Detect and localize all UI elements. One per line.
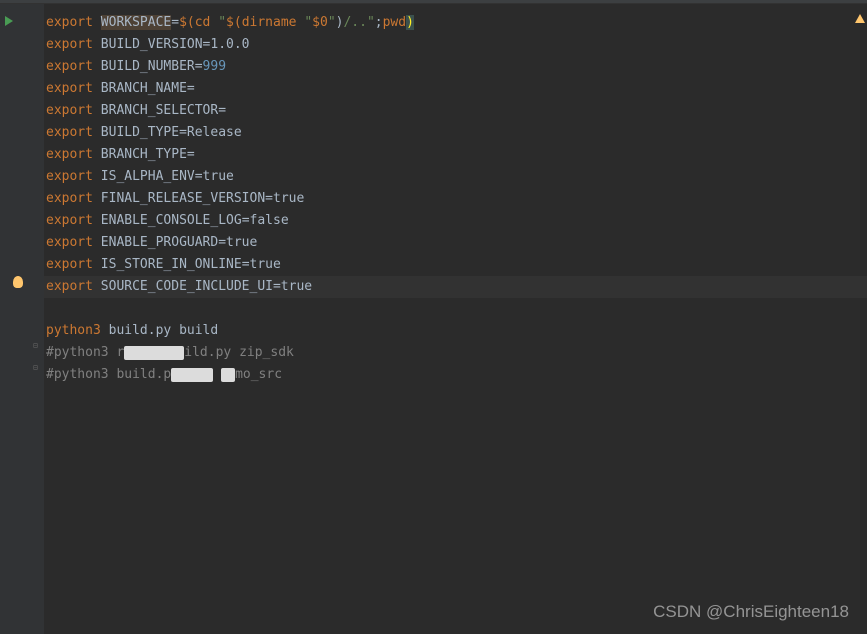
run-gutter-icon[interactable] <box>5 16 13 26</box>
keyword-export: export <box>46 147 93 162</box>
redaction-block <box>171 368 213 382</box>
keyword-export: export <box>46 257 93 272</box>
empty-line[interactable] <box>44 298 867 320</box>
code-line[interactable]: export BUILD_NUMBER=999 <box>44 56 867 78</box>
warning-indicator-icon[interactable] <box>855 14 865 23</box>
intention-bulb-icon[interactable] <box>13 276 23 288</box>
code-line[interactable]: export BUILD_TYPE=Release <box>44 122 867 144</box>
editor-container: ⊟ ⊟ export WORKSPACE=$(cd "$(dirname "$0… <box>0 4 867 634</box>
keyword-export: export <box>46 103 93 118</box>
code-line[interactable]: export BRANCH_NAME= <box>44 78 867 100</box>
code-line[interactable]: export BUILD_VERSION=1.0.0 <box>44 34 867 56</box>
keyword-export: export <box>46 125 93 140</box>
redaction-block <box>124 346 184 360</box>
keyword-export: export <box>46 37 93 52</box>
fold-icon[interactable]: ⊟ <box>33 364 41 372</box>
keyword-export: export <box>46 191 93 206</box>
keyword-export: export <box>46 169 93 184</box>
keyword-export: export <box>46 81 93 96</box>
keyword-export: export <box>46 235 93 250</box>
keyword-export: export <box>46 15 93 30</box>
redaction-block <box>221 368 235 382</box>
code-line[interactable]: export FINAL_RELEASE_VERSION=true <box>44 188 867 210</box>
code-line[interactable]: export BRANCH_TYPE= <box>44 144 867 166</box>
code-line-comment[interactable]: #python3 rild.py zip_sdk <box>44 342 867 364</box>
fold-icon[interactable]: ⊟ <box>33 342 41 350</box>
code-line[interactable]: export IS_STORE_IN_ONLINE=true <box>44 254 867 276</box>
keyword-export: export <box>46 59 93 74</box>
code-line[interactable]: export WORKSPACE=$(cd "$(dirname "$0")/.… <box>44 12 867 34</box>
code-line[interactable]: export ENABLE_PROGUARD=true <box>44 232 867 254</box>
variable-name: WORKSPACE <box>101 15 171 30</box>
code-line[interactable]: python3 build.py build <box>44 320 867 342</box>
keyword-export: export <box>46 213 93 228</box>
code-area[interactable]: export WORKSPACE=$(cd "$(dirname "$0")/.… <box>44 4 867 634</box>
code-line-comment[interactable]: #python3 build.p mo_src <box>44 364 867 386</box>
code-line[interactable]: export ENABLE_CONSOLE_LOG=false <box>44 210 867 232</box>
code-line-caret[interactable]: export SOURCE_CODE_INCLUDE_UI=true <box>44 276 867 298</box>
gutter[interactable]: ⊟ ⊟ <box>0 4 44 634</box>
keyword-export: export <box>46 279 93 294</box>
watermark-text: CSDN @ChrisEighteen18 <box>653 602 849 622</box>
code-line[interactable]: export IS_ALPHA_ENV=true <box>44 166 867 188</box>
code-line[interactable]: export BRANCH_SELECTOR= <box>44 100 867 122</box>
